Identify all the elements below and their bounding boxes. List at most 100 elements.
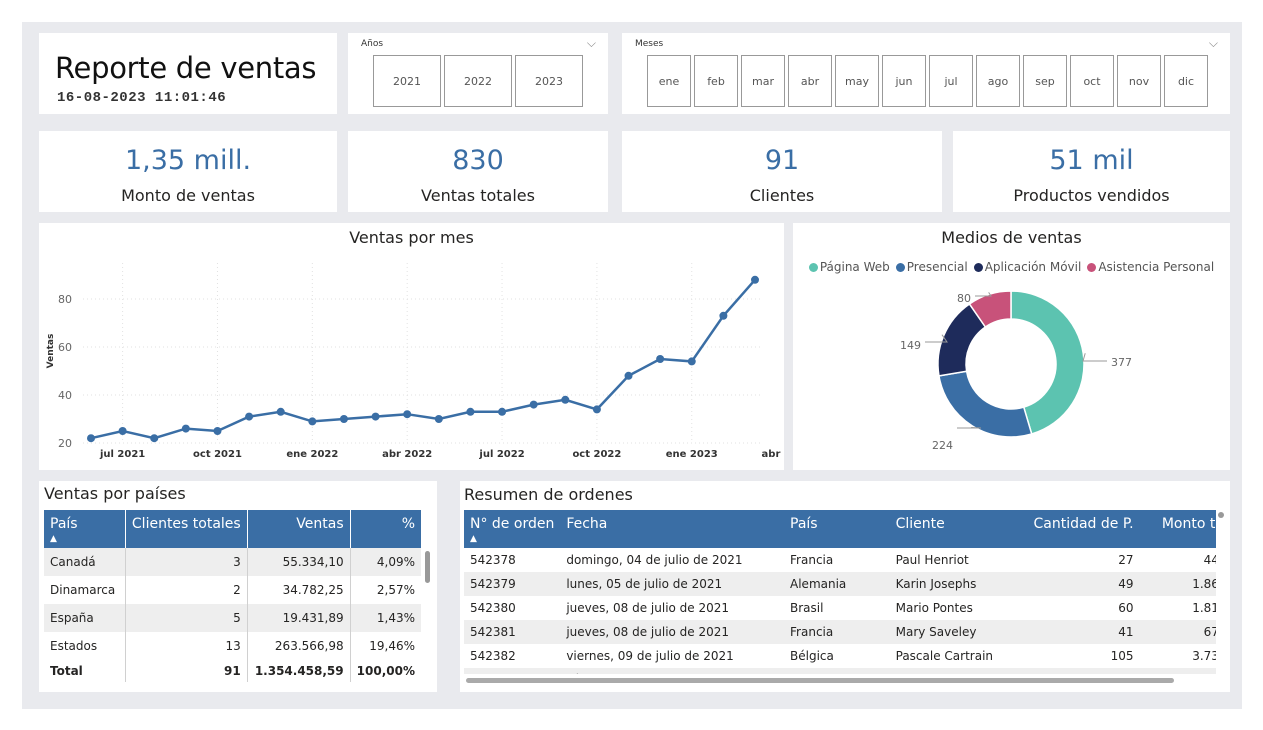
column-header[interactable]: País ▲ — [44, 510, 126, 548]
x-tick-label: abr 2022 — [382, 449, 432, 460]
table-row[interactable]: 542380 jueves, 08 de julio de 2021 Brasil M… — [464, 596, 1216, 620]
data-point — [371, 412, 380, 421]
table-cell: 263.566,98 — [247, 632, 351, 660]
data-point — [87, 434, 95, 443]
data-point — [719, 311, 728, 320]
column-header-label: Ventas — [296, 516, 344, 532]
x-tick-label: ene 2023 — [666, 449, 718, 460]
column-header[interactable]: % — [350, 510, 421, 548]
chevron-down-icon[interactable]: ⌵ — [587, 36, 596, 51]
table-cell: 670,8 — [1139, 620, 1216, 644]
months-slicer[interactable]: Meses ⌵ ene feb mar abr may jun jul ago sep oct no… — [622, 33, 1230, 114]
month-tile-may[interactable]: may — [835, 55, 879, 107]
month-tile-mar[interactable]: mar — [741, 55, 785, 107]
data-point — [498, 407, 507, 416]
table-cell: domingo, 04 de julio de 2021 — [566, 553, 743, 567]
table-cell: 542381 — [464, 620, 561, 644]
table-cell: Mario Pontes — [895, 601, 973, 615]
table-cell: 1.444,8 — [1139, 668, 1216, 674]
month-tile-feb[interactable]: feb — [694, 55, 738, 107]
column-header[interactable]: Clientes totales — [125, 510, 248, 548]
column-header[interactable]: Cantidad de P. — [1024, 510, 1140, 548]
data-point — [592, 405, 601, 414]
column-header-label: País — [790, 516, 818, 532]
table-row[interactable]: 542379 lunes, 05 de julio de 2021 Alemania… — [464, 572, 1216, 596]
title-card: Reporte de ventas 16-08-2023 11:01:46 — [39, 33, 337, 114]
table-cell: Canadá — [44, 548, 126, 576]
month-tile-oct[interactable]: oct — [1070, 55, 1114, 107]
data-point — [339, 415, 348, 423]
month-tile-jul[interactable]: jul — [929, 55, 973, 107]
sort-ascending-icon[interactable]: ▲ — [50, 534, 119, 544]
kpi-label: Clientes — [749, 186, 815, 205]
month-tile-sep[interactable]: sep — [1023, 55, 1067, 107]
column-header[interactable]: Fecha — [560, 510, 785, 548]
table-cell: Paul Henriot — [895, 553, 969, 567]
sort-ascending-icon[interactable]: ▲ — [470, 534, 554, 544]
month-tile-ene[interactable]: ene — [647, 55, 691, 107]
table-row[interactable]: España 5 19.431,89 1,43% — [44, 604, 421, 632]
table-cell: Brasil — [790, 601, 824, 615]
data-point — [181, 424, 190, 433]
series-line-ventas — [90, 278, 756, 440]
years-slicer[interactable]: Años ⌵ 2021 2022 2023 — [348, 33, 608, 114]
month-tile-jun[interactable]: jun — [882, 55, 926, 107]
year-2023-tile[interactable]: 2023 — [515, 55, 583, 107]
table-row[interactable]: 542378 domingo, 04 de julio de 2021 Franci… — [464, 548, 1216, 572]
table-cell: Bélgica — [790, 649, 834, 663]
table-row[interactable]: 542382 viernes, 09 de julio de 2021 Bélgic… — [464, 644, 1216, 668]
data-point — [561, 395, 570, 404]
kpi-value: 91 — [764, 145, 800, 176]
scrollbar-thumb[interactable] — [425, 551, 430, 583]
month-tile-dic[interactable]: dic — [1164, 55, 1208, 107]
table-row[interactable]: Estados 13 263.566,98 19,46% — [44, 632, 421, 660]
kpi-label: Productos vendidos — [1013, 186, 1170, 205]
table-cell: Mario Pontes — [889, 668, 1025, 674]
year-2021-tile[interactable]: 2021 — [373, 55, 441, 107]
column-header[interactable]: N° de orden ▲ — [464, 510, 561, 548]
y-tick-label: 80 — [58, 293, 72, 306]
data-point — [118, 427, 127, 435]
data-point — [245, 412, 254, 421]
table-row[interactable]: 542383sábado, 10 de julio de 2021BrasilM… — [464, 668, 1216, 674]
table-cell: Alemania — [784, 572, 890, 596]
column-header[interactable]: Monto tota — [1139, 510, 1216, 548]
chevron-down-icon[interactable]: ⌵ — [1209, 36, 1218, 51]
x-tick-label: abr 2023 — [762, 449, 784, 460]
horizontal-scrollbar[interactable] — [466, 678, 1174, 683]
table-cell: Estados — [44, 632, 126, 660]
report-datetime: 16-08-2023 11:01:46 — [57, 90, 227, 106]
table-cell: Brasil — [784, 668, 890, 674]
table-row[interactable]: 542381 jueves, 08 de julio de 2021 Francia… — [464, 620, 1216, 644]
total-cell: 100,00% — [356, 664, 415, 678]
table-cell: 542378 — [470, 553, 516, 567]
column-header[interactable]: Cliente — [889, 510, 1025, 548]
data-point — [687, 357, 696, 366]
column-header-label: Fecha — [566, 516, 608, 532]
table-row[interactable]: Dinamarca 2 34.782,25 2,57% — [44, 576, 421, 604]
sales-channels-chart: Medios de ventas Página Web Presencial Apl… — [793, 223, 1230, 470]
orders-grid: N° de orden ▲ Fecha País Cliente Cantidad de … — [464, 510, 1216, 674]
column-header-label: % — [401, 516, 415, 532]
y-tick-label: 60 — [58, 341, 72, 354]
data-point — [529, 400, 538, 409]
year-2022-tile[interactable]: 2022 — [444, 55, 512, 107]
month-tile-nov[interactable]: nov — [1117, 55, 1161, 107]
table-cell: 1.813,0 — [1192, 601, 1216, 615]
x-tick-label: jul 2022 — [478, 449, 524, 460]
data-point — [150, 434, 159, 443]
table-cell: Francia — [790, 553, 834, 567]
kpi-value: 1,35 mill. — [124, 145, 252, 176]
line-chart-svg: 20 40 60 80 jul 2021 oct 2021 ene 2022 abr 2022… — [46, 263, 784, 460]
table-cell: 2 — [125, 576, 248, 604]
data-point — [751, 275, 759, 284]
month-tile-ago[interactable]: ago — [976, 55, 1020, 107]
month-tile-abr[interactable]: abr — [788, 55, 832, 107]
sales-by-month-chart: Ventas por mes 20 40 60 80 jul 2021 oct 2021 e… — [39, 223, 784, 470]
data-label: 149 — [900, 339, 921, 352]
column-header[interactable]: Ventas — [247, 510, 351, 548]
vertical-scrollbar-thumb[interactable] — [1218, 512, 1224, 518]
table-row[interactable]: Canadá 3 55.334,10 4,09% — [44, 548, 421, 576]
column-header[interactable]: País — [784, 510, 890, 548]
table-cell: 542382 — [470, 649, 516, 663]
